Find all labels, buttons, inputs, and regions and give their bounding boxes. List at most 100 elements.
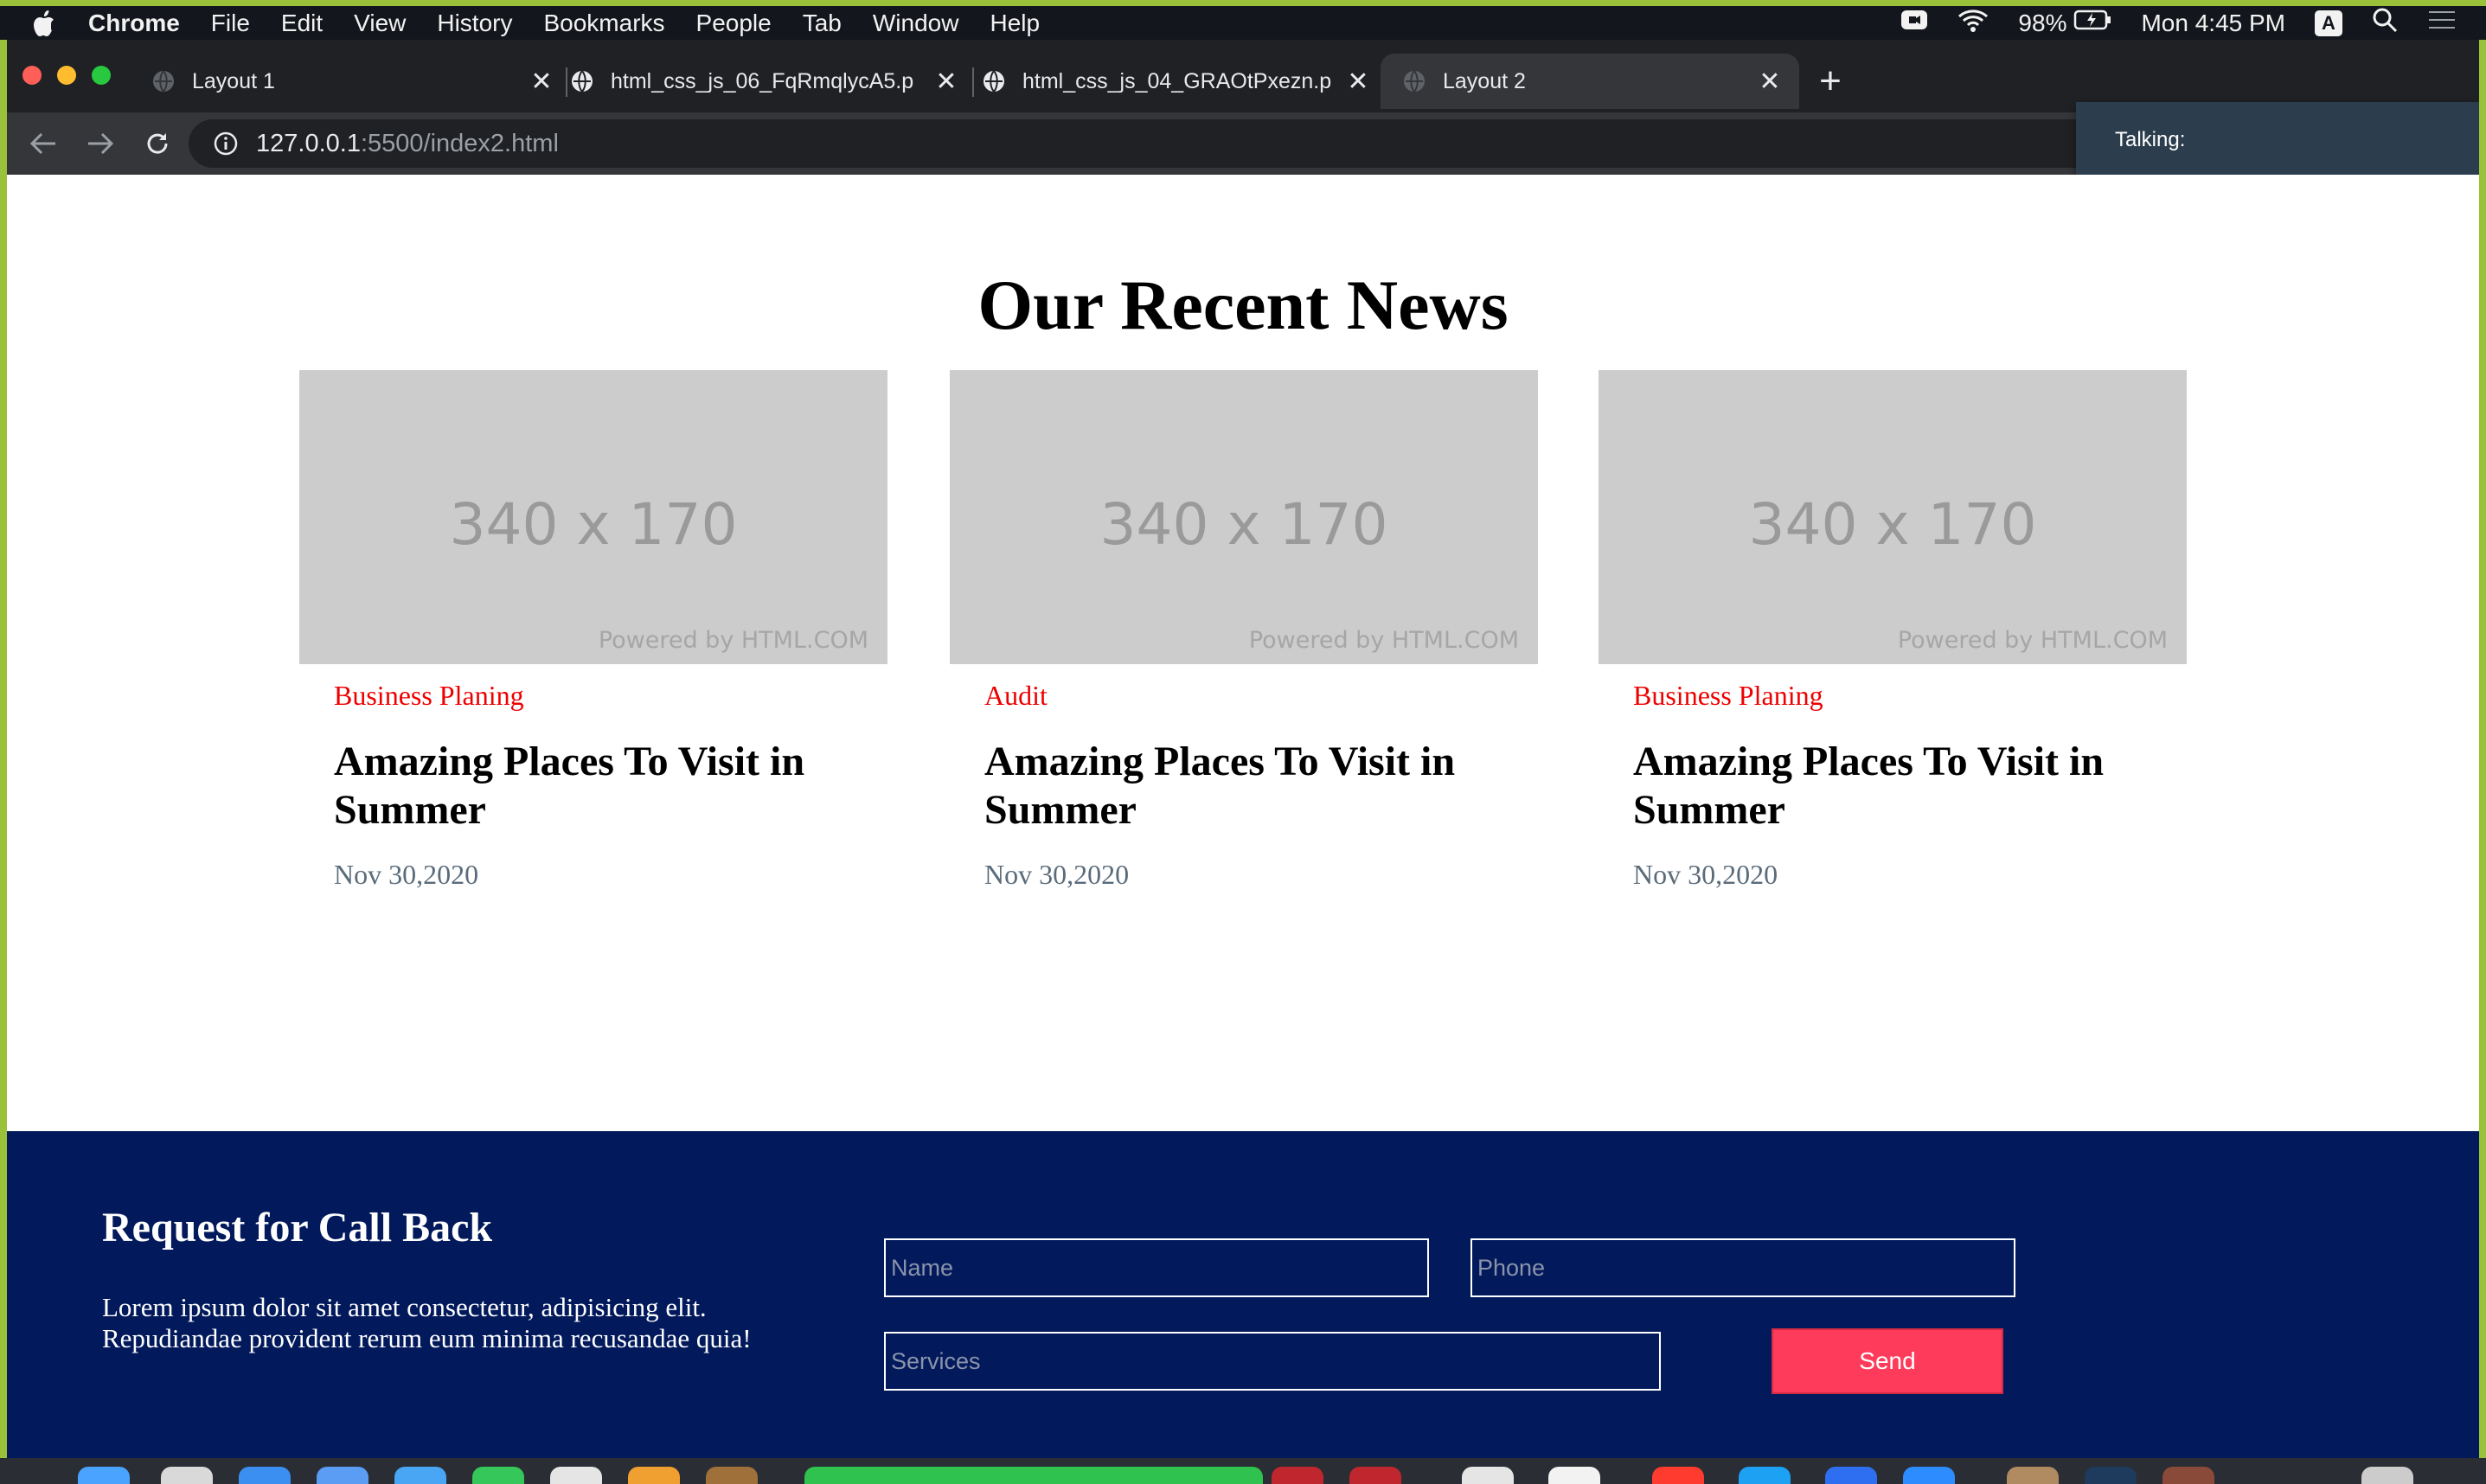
image-powered-by: Powered by HTML.COM	[598, 627, 868, 654]
tab-title: html_css_js_06_FqRmqlycA5.p	[611, 68, 914, 93]
menu-app-name[interactable]: Chrome	[88, 10, 180, 37]
tab-html-css-js-06[interactable]: html_css_js_06_FqRmqlycA5.p ✕	[569, 54, 958, 109]
image-size-label: 340 x 170	[1099, 491, 1388, 558]
finder-icon[interactable]	[78, 1467, 130, 1484]
talking-overlay-panel: Talking:	[2076, 102, 2479, 178]
tab-separator	[566, 67, 567, 97]
web-page: Our Recent News 340 x 170 Powered by HTM…	[7, 175, 2479, 1484]
vscode-icon[interactable]	[1825, 1467, 1877, 1484]
app-icon[interactable]	[1652, 1467, 1704, 1484]
tab-layout-2[interactable]: Layout 2 ✕	[1381, 54, 1799, 109]
menu-view[interactable]: View	[354, 10, 406, 37]
forward-arrow-icon[interactable]	[80, 123, 121, 164]
status-area: 98% Mon 4:45 PM A	[1900, 6, 2486, 40]
photos-icon[interactable]	[1548, 1467, 1600, 1484]
close-tab-icon[interactable]: ✕	[1346, 67, 1370, 96]
phone-input[interactable]	[1470, 1238, 2015, 1297]
placeholder-image: 340 x 170 Powered by HTML.COM	[1599, 370, 2187, 664]
close-tab-icon[interactable]: ✕	[934, 67, 958, 96]
menu-history[interactable]: History	[437, 10, 512, 37]
wifi-icon[interactable]	[1957, 8, 1989, 38]
mail-icon[interactable]	[317, 1467, 368, 1484]
menu-edit[interactable]: Edit	[281, 10, 323, 37]
news-date: Nov 30,2020	[984, 859, 1130, 890]
send-button[interactable]: Send	[1772, 1328, 2003, 1394]
app-icon[interactable]	[2162, 1467, 2214, 1484]
running-apps-icon[interactable]	[804, 1467, 1263, 1484]
control-center-icon[interactable]	[2427, 9, 2457, 37]
menu-people[interactable]: People	[696, 10, 772, 37]
globe-icon	[569, 68, 595, 94]
tab-title: html_css_js_04_GRAOtPxezn.p	[1022, 68, 1332, 93]
app-store-icon[interactable]	[394, 1467, 446, 1484]
news-card[interactable]: 340 x 170 Powered by HTML.COM Audit Amaz…	[950, 370, 1538, 891]
globe-icon	[151, 68, 176, 94]
placeholder-image: 340 x 170 Powered by HTML.COM	[950, 370, 1538, 664]
keyboard-input-badge[interactable]: A	[2315, 10, 2342, 36]
image-powered-by: Powered by HTML.COM	[1248, 627, 1519, 654]
trash-icon[interactable]	[2361, 1467, 2413, 1484]
safari-icon[interactable]	[239, 1467, 291, 1484]
zoom-icon[interactable]	[1903, 1467, 1955, 1484]
site-info-icon[interactable]	[213, 131, 239, 157]
callback-title: Request for Call Back	[102, 1205, 493, 1251]
placeholder-image: 340 x 170 Powered by HTML.COM	[299, 370, 887, 664]
news-card[interactable]: 340 x 170 Powered by HTML.COM Business P…	[1599, 370, 2187, 891]
reload-icon[interactable]	[137, 123, 178, 164]
news-category[interactable]: Business Planing	[1633, 680, 2187, 712]
menu-help[interactable]: Help	[990, 10, 1040, 37]
dock	[0, 1458, 2486, 1484]
app-icon[interactable]	[1349, 1467, 1401, 1484]
battery-icon[interactable]	[2073, 9, 2111, 37]
news-category[interactable]: Business Planing	[334, 680, 887, 712]
news-date: Nov 30,2020	[334, 859, 479, 890]
globe-icon	[981, 68, 1007, 94]
news-headline[interactable]: Amazing Places To Visit in Summer	[1633, 738, 2152, 835]
image-powered-by: Powered by HTML.COM	[1897, 627, 2168, 654]
globe-icon	[1401, 68, 1427, 94]
news-category[interactable]: Audit	[984, 680, 1538, 712]
battery-percent: 98%	[2018, 9, 2067, 36]
preview-icon[interactable]	[2007, 1467, 2059, 1484]
news-date: Nov 30,2020	[1633, 859, 1778, 890]
messages-icon[interactable]	[472, 1467, 524, 1484]
chrome-icon[interactable]	[628, 1467, 680, 1484]
new-tab-plus-icon[interactable]: +	[1811, 60, 1849, 102]
url-path: :5500/index2.html	[360, 129, 559, 157]
tab-title: Layout 2	[1443, 68, 1526, 93]
news-headline[interactable]: Amazing Places To Visit in Summer	[984, 738, 1503, 835]
services-input[interactable]	[884, 1332, 1661, 1391]
browser-window: Layout 1 ✕ html_css_js_06_FqRmqlycA5.p ✕…	[7, 40, 2479, 1484]
folder-icon[interactable]	[706, 1467, 758, 1484]
menu-window[interactable]: Window	[873, 10, 959, 37]
news-headline[interactable]: Amazing Places To Visit in Summer	[334, 738, 853, 835]
app-icon[interactable]	[1272, 1467, 1323, 1484]
video-camera-icon[interactable]	[1900, 9, 1928, 37]
macos-menu-bar: Chrome File Edit View History Bookmarks …	[0, 0, 2486, 40]
app-icon[interactable]	[1739, 1467, 1791, 1484]
callback-description: Lorem ipsum dolor sit amet consectetur, …	[102, 1292, 752, 1353]
close-tab-icon[interactable]: ✕	[529, 67, 554, 96]
name-input[interactable]	[884, 1238, 1429, 1297]
close-tab-icon[interactable]: ✕	[1758, 67, 1782, 96]
notes-icon[interactable]	[550, 1467, 602, 1484]
calendar-icon[interactable]	[1462, 1467, 1514, 1484]
apple-logo-icon[interactable]	[33, 10, 59, 37]
app-icon[interactable]	[2085, 1467, 2137, 1484]
back-arrow-icon[interactable]	[22, 123, 64, 164]
callback-section: Request for Call Back Lorem ipsum dolor …	[7, 1131, 2479, 1484]
window-maximize-button[interactable]	[92, 66, 111, 85]
window-close-button[interactable]	[22, 66, 42, 85]
tab-layout-1[interactable]: Layout 1 ✕	[151, 54, 554, 109]
menu-tab[interactable]: Tab	[803, 10, 842, 37]
window-minimize-button[interactable]	[57, 66, 76, 85]
launchpad-icon[interactable]	[161, 1467, 213, 1484]
tab-separator	[972, 67, 974, 97]
menu-file[interactable]: File	[211, 10, 250, 37]
spotlight-search-icon[interactable]	[2372, 7, 2398, 39]
clock[interactable]: Mon 4:45 PM	[2141, 10, 2285, 37]
menu-bookmarks[interactable]: Bookmarks	[543, 10, 664, 37]
tab-html-css-js-04[interactable]: html_css_js_04_GRAOtPxezn.p ✕	[981, 54, 1370, 109]
news-card[interactable]: 340 x 170 Powered by HTML.COM Business P…	[299, 370, 887, 891]
image-size-label: 340 x 170	[1748, 491, 2037, 558]
